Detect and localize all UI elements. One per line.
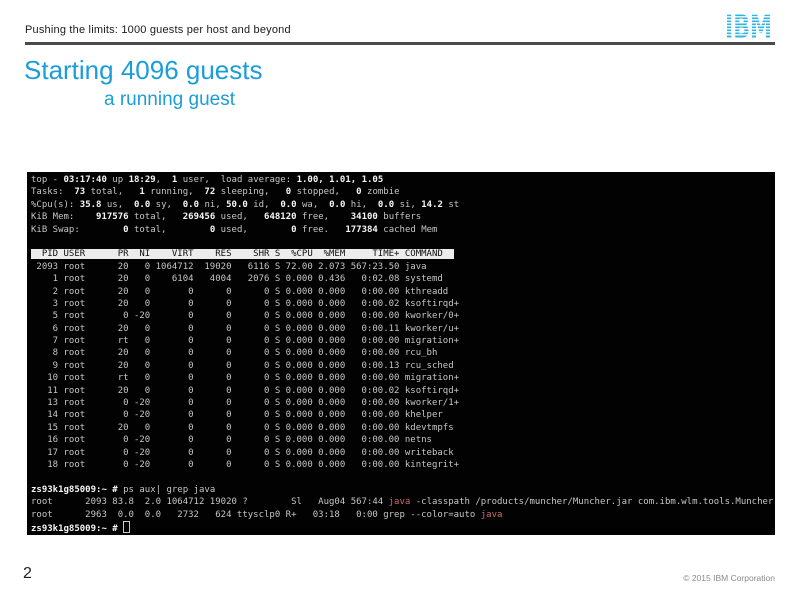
slide-subtitle: a running guest xyxy=(104,89,235,111)
terminal-line: zs93k1g85009:~ # ps aux| grep java xyxy=(31,484,775,496)
terminal-line: 9 root 20 0 0 0 0 S 0.000 0.000 0:00.13 … xyxy=(31,360,775,372)
page-number: 2 xyxy=(23,565,32,583)
terminal-line: root 2093 83.8 2.0 1064712 19020 ? Sl Au… xyxy=(31,496,775,508)
terminal-line: 6 root 20 0 0 0 0 S 0.000 0.000 0:00.11 … xyxy=(31,323,775,335)
terminal-line: 16 root 0 -20 0 0 0 S 0.000 0.000 0:00.0… xyxy=(31,434,775,446)
terminal-line: 2 root 20 0 0 0 0 S 0.000 0.000 0:00.00 … xyxy=(31,286,775,298)
terminal-line: 5 root 0 -20 0 0 0 S 0.000 0.000 0:00.00… xyxy=(31,310,775,322)
terminal-line: 17 root 0 -20 0 0 0 S 0.000 0.000 0:00.0… xyxy=(31,447,775,459)
header-divider xyxy=(25,42,775,45)
terminal-line: 11 root 20 0 0 0 0 S 0.000 0.000 0:00.02… xyxy=(31,385,775,397)
terminal-line: 7 root rt 0 0 0 0 S 0.000 0.000 0:00.00 … xyxy=(31,335,775,347)
terminal-line: Tasks: 73 total, 1 running, 72 sleeping,… xyxy=(31,186,775,198)
terminal-line: 10 root rt 0 0 0 0 S 0.000 0.000 0:00.00… xyxy=(31,372,775,384)
terminal-line: %Cpu(s): 35.8 us, 0.0 sy, 0.0 ni, 50.0 i… xyxy=(31,199,775,211)
ibm-logo-icon: IBM xyxy=(725,14,773,39)
terminal-line: 18 root 0 -20 0 0 0 S 0.000 0.000 0:00.0… xyxy=(31,459,775,471)
terminal-line: 3 root 20 0 0 0 0 S 0.000 0.000 0:00.02 … xyxy=(31,298,775,310)
terminal-line: top - 03:17:40 up 18:29, 1 user, load av… xyxy=(31,174,775,186)
terminal-cursor xyxy=(123,521,130,533)
terminal-line: zs93k1g85009:~ # xyxy=(31,521,775,533)
terminal-line xyxy=(31,471,775,483)
terminal-line: root 2963 0.0 0.0 2732 624 ttysclp0 R+ 0… xyxy=(31,509,775,521)
terminal-line: KiB Swap: 0 total, 0 used, 0 free. 17738… xyxy=(31,224,775,236)
footer-copyright: © 2015 IBM Corporation xyxy=(683,573,775,583)
terminal-line: 15 root 20 0 0 0 0 S 0.000 0.000 0:00.00… xyxy=(31,422,775,434)
terminal-line: 2093 root 20 0 1064712 19020 6116 S 72.0… xyxy=(31,261,775,273)
slide-title: Starting 4096 guests xyxy=(24,55,263,86)
terminal-line: 13 root 0 -20 0 0 0 S 0.000 0.000 0:00.0… xyxy=(31,397,775,409)
terminal-line: KiB Mem: 917576 total, 269456 used, 6481… xyxy=(31,211,775,223)
presentation-slide: Pushing the limits: 1000 guests per host… xyxy=(0,0,800,600)
terminal-line: 8 root 20 0 0 0 0 S 0.000 0.000 0:00.00 … xyxy=(31,347,775,359)
terminal-line: 1 root 20 0 6104 4004 2076 S 0.000 0.436… xyxy=(31,273,775,285)
slide-header-title: Pushing the limits: 1000 guests per host… xyxy=(25,24,291,36)
terminal-line: 14 root 0 -20 0 0 0 S 0.000 0.000 0:00.0… xyxy=(31,409,775,421)
terminal-output: top - 03:17:40 up 18:29, 1 user, load av… xyxy=(31,174,775,533)
terminal-line xyxy=(31,236,775,248)
terminal-window[interactable]: top - 03:17:40 up 18:29, 1 user, load av… xyxy=(27,172,775,535)
terminal-line: PID USER PR NI VIRT RES SHR S %CPU %MEM … xyxy=(31,248,775,260)
